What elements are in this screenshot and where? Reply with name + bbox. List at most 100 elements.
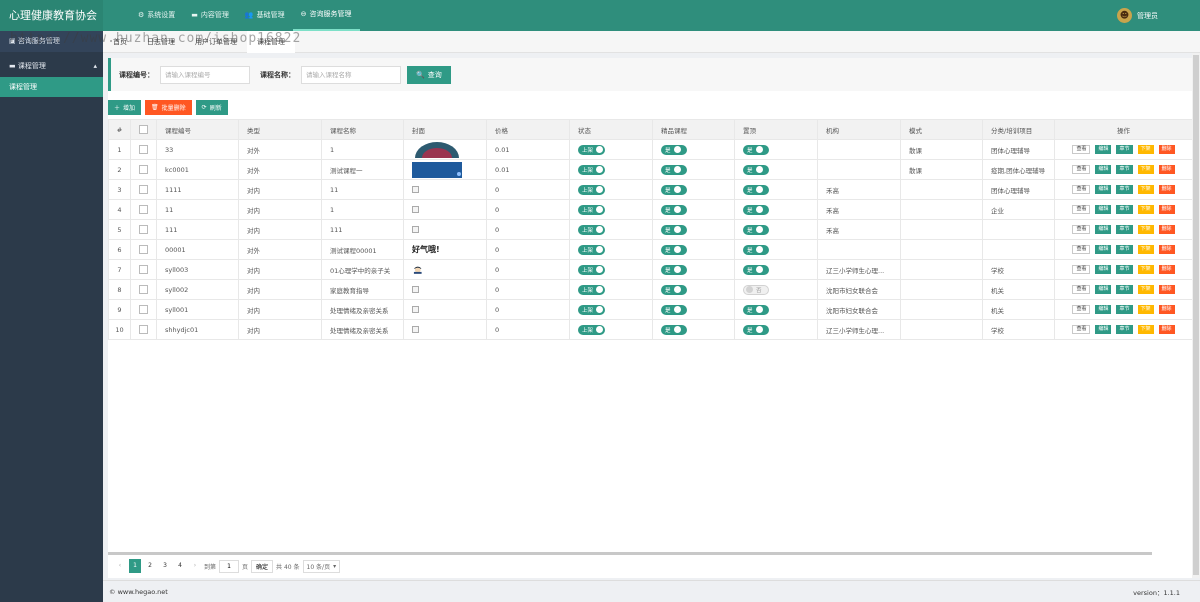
row-checkbox[interactable] <box>139 225 148 234</box>
unpublish-button[interactable]: 下架 <box>1137 225 1154 234</box>
chapter-button[interactable]: 章节 <box>1116 145 1133 154</box>
pin-top-switch[interactable]: 是 <box>743 184 769 195</box>
pin-top-switch[interactable]: 是 <box>743 144 769 155</box>
app-title[interactable]: 心理健康教育协会 <box>0 0 103 31</box>
unpublish-button[interactable]: 下架 <box>1137 145 1154 154</box>
status-switch[interactable]: 上架 <box>578 264 606 275</box>
edit-button[interactable]: 编辑 <box>1095 265 1112 274</box>
unpublish-button[interactable]: 下架 <box>1137 165 1154 174</box>
row-checkbox[interactable] <box>139 205 148 214</box>
edit-button[interactable]: 编辑 <box>1095 225 1112 234</box>
unpublish-button[interactable]: 下架 <box>1137 285 1154 294</box>
edit-button[interactable]: 编辑 <box>1095 165 1112 174</box>
page-4-button[interactable]: 4 <box>174 559 186 573</box>
unpublish-button[interactable]: 下架 <box>1137 205 1154 214</box>
table-row[interactable]: 10 shhydjc01 对内 处理情绪及亲密关系 0 上架 是 是 辽三小学师生心理... 学校… <box>108 319 1193 340</box>
table-row[interactable]: 4 11 对内 1 0 上架是是禾高 企业 查看 编辑 章节 下架 删除 <box>108 199 1193 220</box>
view-button[interactable]: 查看 <box>1072 225 1091 234</box>
vertical-scrollbar[interactable] <box>1192 53 1200 578</box>
unpublish-button[interactable]: 下架 <box>1137 185 1154 194</box>
next-page-button[interactable]: › <box>189 559 201 573</box>
view-button[interactable]: 查看 <box>1072 245 1091 254</box>
delete-button[interactable]: 删除 <box>1158 145 1175 154</box>
pin-top-switch[interactable]: 是 <box>743 244 769 255</box>
pin-top-switch[interactable]: 是 <box>743 264 769 275</box>
page-3-button[interactable]: 3 <box>159 559 171 573</box>
delete-button[interactable]: 删除 <box>1158 265 1175 274</box>
row-checkbox[interactable] <box>139 145 148 154</box>
unpublish-button[interactable]: 下架 <box>1137 265 1154 274</box>
table-row[interactable]: 7 syll003 对内 01心理学中的亲子关 0 上架是是辽三小学师生心理... 学校 查看… <box>108 259 1193 280</box>
featured-switch[interactable]: 是 <box>661 204 687 215</box>
edit-button[interactable]: 编辑 <box>1095 305 1112 314</box>
select-all-checkbox[interactable] <box>139 125 148 134</box>
topnav-item-2[interactable]: 👥 基础管理 <box>237 0 293 31</box>
status-switch[interactable]: 上架 <box>578 304 606 315</box>
table-row[interactable]: 2 kc0001 对外 测试课程一 0.01 上架是是散课 疫期,团体心理辅导 查看 编辑 章节下… <box>108 159 1193 180</box>
edit-button[interactable]: 编辑 <box>1095 285 1112 294</box>
delete-button[interactable]: 删除 <box>1158 305 1175 314</box>
unpublish-button[interactable]: 下架 <box>1137 245 1154 254</box>
edit-button[interactable]: 编辑 <box>1095 325 1112 334</box>
table-row[interactable]: 9 syll001 对内 处理情绪及亲密关系 0 上架是是沈阳市妇女联合会 机关 查看 编辑 章节… <box>108 299 1193 320</box>
page-1-button[interactable]: 1 <box>129 559 141 573</box>
refresh-button[interactable]: ⟳ 刷新 <box>195 100 228 115</box>
delete-button[interactable]: 删除 <box>1158 325 1175 334</box>
edit-button[interactable]: 编辑 <box>1095 245 1112 254</box>
chapter-button[interactable]: 章节 <box>1116 165 1133 174</box>
pin-top-switch[interactable]: 是 <box>743 304 769 315</box>
chapter-button[interactable]: 章节 <box>1116 185 1133 194</box>
course-name-input[interactable] <box>301 65 401 84</box>
edit-button[interactable]: 编辑 <box>1095 185 1112 194</box>
featured-switch[interactable]: 是 <box>661 144 687 155</box>
pin-top-switch[interactable]: 是 <box>743 204 769 215</box>
delete-button[interactable]: 删除 <box>1158 285 1175 294</box>
pin-top-switch[interactable]: 是 <box>743 224 769 235</box>
batch-delete-button[interactable]: 🗑 批量删除 <box>145 100 192 115</box>
chapter-button[interactable]: 章节 <box>1116 325 1133 334</box>
delete-button[interactable]: 删除 <box>1158 185 1175 194</box>
user-menu[interactable]: ☻ 管理员 <box>1117 0 1158 31</box>
pin-top-switch[interactable]: 是 <box>743 324 769 335</box>
view-button[interactable]: 查看 <box>1072 165 1091 174</box>
featured-switch[interactable]: 是 <box>661 224 687 235</box>
pin-top-switch[interactable]: 否 <box>743 284 769 295</box>
status-switch[interactable]: 上架 <box>578 284 606 295</box>
horizontal-scrollbar[interactable] <box>108 552 1152 555</box>
view-button[interactable]: 查看 <box>1072 145 1091 154</box>
sidebar-group-course[interactable]: ▬ 课程管理 ▴ <box>0 55 103 77</box>
featured-switch[interactable]: 是 <box>661 324 687 335</box>
topnav-item-0[interactable]: ⚙ 系统设置 <box>130 0 183 31</box>
row-checkbox[interactable] <box>139 325 148 334</box>
row-checkbox[interactable] <box>139 185 148 194</box>
table-row[interactable]: 6 00001 对外 测试课程00001 好气哦! 0 上架 是 是 查看 编辑 章节 下架 删除 <box>108 239 1193 260</box>
pin-top-switch[interactable]: 是 <box>743 164 769 175</box>
status-switch[interactable]: 上架 <box>578 164 606 175</box>
query-button[interactable]: 🔍 查询 <box>407 65 451 84</box>
row-checkbox[interactable] <box>139 245 148 254</box>
chapter-button[interactable]: 章节 <box>1116 245 1133 254</box>
topnav-item-3[interactable]: ⊖ 咨询服务管理 <box>292 0 360 31</box>
scroll-thumb[interactable] <box>1193 55 1199 575</box>
delete-button[interactable]: 删除 <box>1158 245 1175 254</box>
page-2-button[interactable]: 2 <box>144 559 156 573</box>
sidebar-item-course-manage[interactable]: 课程管理 <box>0 77 103 97</box>
status-switch[interactable]: 上架 <box>578 184 606 195</box>
chapter-button[interactable]: 章节 <box>1116 285 1133 294</box>
row-checkbox[interactable] <box>139 285 148 294</box>
course-code-input[interactable] <box>160 65 250 84</box>
featured-switch[interactable]: 是 <box>661 264 687 275</box>
edit-button[interactable]: 编辑 <box>1095 145 1112 154</box>
delete-button[interactable]: 删除 <box>1158 225 1175 234</box>
status-switch[interactable]: 上架 <box>578 244 606 255</box>
table-row[interactable]: 3 1111 对内 11 0 上架是是禾高 团体心理辅导 查看 编辑 章节 下架 删除 <box>108 179 1193 200</box>
view-button[interactable]: 查看 <box>1072 305 1091 314</box>
status-switch[interactable]: 上架 <box>578 144 606 155</box>
table-row[interactable]: 5 111 对内 111 0 上架 是 是 禾高 查看 编辑 章节 下架 删除 <box>108 219 1193 240</box>
edit-button[interactable]: 编辑 <box>1095 205 1112 214</box>
view-button[interactable]: 查看 <box>1072 325 1091 334</box>
featured-switch[interactable]: 是 <box>661 304 687 315</box>
user-name[interactable]: 管理员 <box>1137 11 1158 21</box>
chapter-button[interactable]: 章节 <box>1116 225 1133 234</box>
per-page-select[interactable]: 10 条/页 ▾ <box>302 559 341 573</box>
